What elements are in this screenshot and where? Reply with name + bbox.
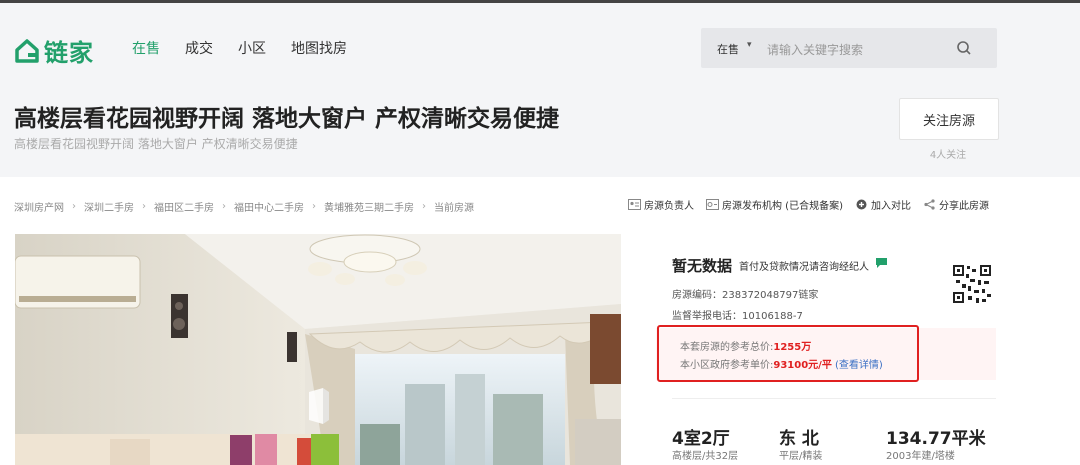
vr-view-icon[interactable] — [303, 384, 335, 428]
compare-icon — [856, 199, 867, 210]
listing-photo[interactable] — [15, 234, 621, 465]
listing-tools: 房源负责人 房源发布机构 (已合规备案) 加入对比 分享此房源 — [628, 197, 989, 212]
chevron-right-icon: › — [142, 201, 146, 212]
listing-subtitle: 高楼层看花园视野开阔 落地大窗户 产权清晰交易便捷 — [14, 137, 298, 151]
main-nav: 在售 成交 小区 地图找房 — [132, 38, 347, 58]
agency-label: 房源发布机构 (已合规备案) — [722, 201, 843, 212]
qr-code — [952, 264, 992, 304]
nav-item-map-search[interactable]: 地图找房 — [291, 38, 347, 58]
brand-logo[interactable]: 链家 — [14, 33, 94, 68]
search-bar: 在售 ▾ 请输入关键字搜索 — [701, 28, 997, 68]
chevron-right-icon: › — [72, 201, 76, 212]
agency-link[interactable]: 房源发布机构 (已合规备案) — [706, 197, 843, 212]
reference-total-value: 1255万 — [773, 342, 812, 353]
breadcrumb-item[interactable]: 深圳二手房 — [84, 199, 134, 214]
area: 134.77平米 — [886, 429, 986, 449]
listing-title: 高楼层看花园视野开阔 落地大窗户 产权清晰交易便捷 — [14, 106, 560, 132]
share-icon — [924, 199, 935, 210]
brand-name: 链家 — [44, 39, 94, 67]
chat-icon[interactable] — [875, 257, 888, 269]
divider — [672, 398, 996, 399]
report-hotline: 监督举报电话：10106188-7 — [672, 311, 803, 322]
nav-item-sold[interactable]: 成交 — [185, 38, 213, 58]
chevron-right-icon: › — [422, 201, 426, 212]
floor-info: 高楼层/共32层 — [672, 451, 739, 462]
compare-button[interactable]: 加入对比 — [855, 197, 911, 212]
breadcrumb-item[interactable]: 福田区二手房 — [154, 199, 214, 214]
room-layout: 4室2厅 — [672, 429, 730, 449]
search-scope-select[interactable]: 在售 — [717, 41, 739, 57]
reference-unit-row: 本小区政府参考单价:93100元/平 (查看详情) — [680, 356, 883, 371]
share-label: 分享此房源 — [938, 201, 989, 212]
follow-listing-button[interactable]: 关注房源 — [899, 98, 999, 140]
reference-total-label: 本套房源的参考总价: — [680, 342, 774, 353]
reference-unit-value: 93100元/平 — [773, 360, 832, 371]
chevron-right-icon: › — [312, 201, 316, 212]
breadcrumb-current: 当前房源 — [434, 203, 474, 214]
reference-unit-label: 本小区政府参考单价: — [680, 360, 774, 371]
chevron-right-icon: › — [222, 201, 226, 212]
breadcrumb-item[interactable]: 福田中心二手房 — [234, 199, 304, 214]
agent-icon — [628, 199, 641, 210]
breadcrumb-item[interactable]: 黄埔雅苑三期二手房 — [324, 199, 414, 214]
build-info: 2003年建/塔楼 — [886, 451, 955, 462]
share-button[interactable]: 分享此房源 — [923, 197, 989, 212]
caret-down-icon[interactable]: ▾ — [747, 40, 752, 50]
search-icon[interactable] — [956, 40, 972, 56]
agent-link[interactable]: 房源负责人 — [628, 197, 694, 212]
agency-icon — [706, 199, 719, 210]
nav-item-community[interactable]: 小区 — [238, 38, 266, 58]
page-header: 链家 在售 成交 小区 地图找房 在售 ▾ 请输入关键字搜索 高楼层看花园视野开… — [0, 3, 1080, 177]
house-icon — [15, 38, 39, 63]
listing-code: 房源编码：23837204879​7链家 — [672, 290, 819, 301]
total-price: 暂无数据 — [672, 257, 733, 275]
breadcrumb: 深圳房产网 › 深圳二手房 › 福田区二手房 › 福田中心二手房 › 黄埔雅苑三期二手房… — [14, 199, 474, 214]
nav-item-for-sale[interactable]: 在售 — [132, 38, 160, 58]
compare-label: 加入对比 — [870, 201, 911, 212]
decoration-info: 平层/精装 — [779, 451, 823, 462]
view-details-link[interactable]: (查看详情) — [835, 360, 883, 371]
search-input[interactable]: 请输入关键字搜索 — [767, 41, 863, 58]
follow-count: 4人关注 — [929, 150, 967, 161]
reference-total-row: 本套房源的参考总价:1255万 — [680, 338, 811, 353]
highlight-box — [657, 325, 919, 382]
price-note: 首付及贷款情况请咨询经纪人 — [739, 262, 869, 273]
orientation: 东 北 — [779, 429, 819, 449]
breadcrumb-item[interactable]: 深圳房产网 — [14, 199, 64, 214]
agent-label: 房源负责人 — [644, 201, 694, 212]
